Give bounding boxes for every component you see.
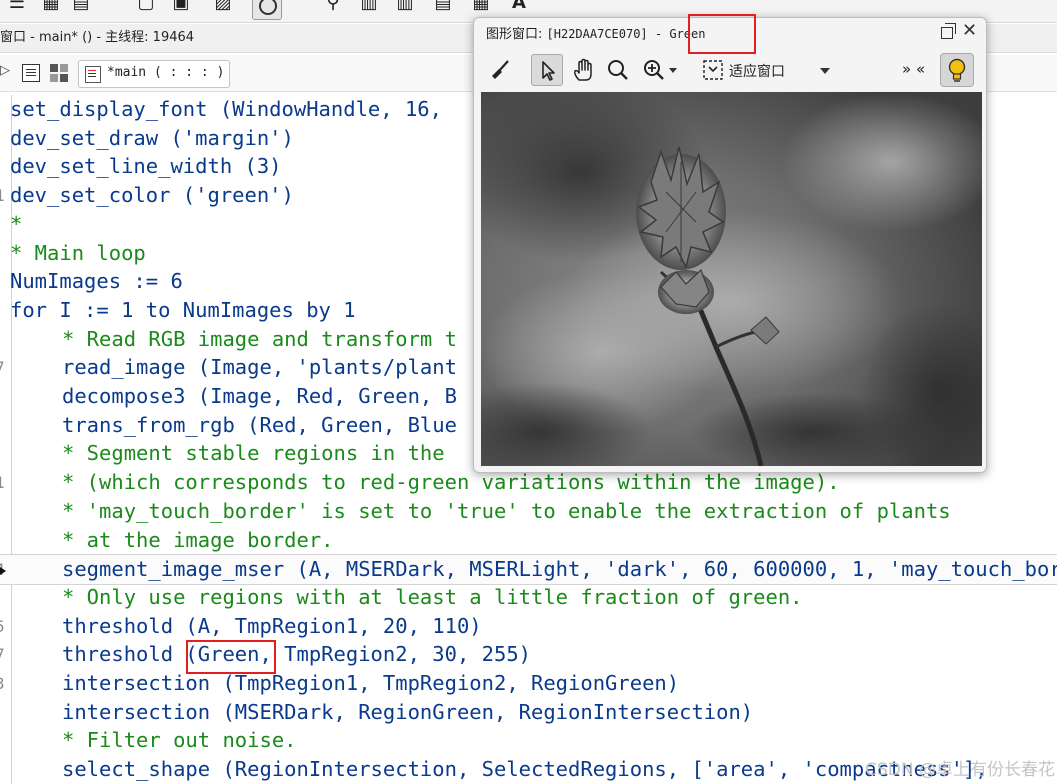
- code-statement: select_shape (RegionIntersection, Select…: [62, 757, 988, 781]
- code-statement: segment_image_mser (A, MSERDark, MSERLig…: [62, 557, 1057, 581]
- code-line[interactable]: 4segment_image_mser (A, MSERDark, MSERLi…: [0, 554, 1057, 585]
- code-comment: * 'may_touch_border' is set to 'true' to…: [62, 499, 951, 523]
- tab-main-label: *main ( : : : ): [107, 65, 225, 80]
- watermark: CSDN @卓上有份长春花: [865, 760, 1055, 780]
- line-number: 5: [0, 612, 7, 641]
- close-icon[interactable]: ✕: [962, 20, 977, 41]
- layers-icon[interactable]: ▦: [470, 0, 492, 14]
- grid-view-icon[interactable]: [50, 64, 68, 82]
- font-icon[interactable]: A: [508, 0, 530, 14]
- window-handle: [H22DAA7CE070]: [546, 27, 648, 41]
- step-icon[interactable]: ▤: [70, 0, 92, 14]
- code-statement: intersection (TmpRegion1, TmpRegion2, Re…: [62, 671, 680, 695]
- circle-tool-icon[interactable]: [252, 0, 282, 20]
- graphics-window-toolbar: 适应窗口 » «: [474, 50, 986, 90]
- code-comment: * at the image border.: [62, 528, 334, 552]
- pointer-icon[interactable]: [531, 54, 563, 86]
- clear-broom-icon[interactable]: [484, 54, 516, 86]
- code-statement: dev_set_draw ('margin'): [10, 126, 294, 150]
- line-number: 1: [0, 468, 7, 497]
- code-statement: read_image (Image, 'plants/plant: [62, 355, 457, 379]
- code-statement: decompose3 (Image, Red, Green, B: [62, 384, 457, 408]
- title-highlight-box: [688, 14, 756, 54]
- zoom-in-dropdown[interactable]: [638, 54, 684, 86]
- line-number: 7: [0, 640, 7, 669]
- code-line[interactable]: 7 threshold (Green, TmpRegion2, 30, 255): [0, 640, 1057, 669]
- zoom-icon[interactable]: ⚲: [322, 0, 344, 14]
- chevron-right-icon[interactable]: ▷: [0, 63, 10, 78]
- code-statement: dev_set_color ('green'): [10, 183, 294, 207]
- grid-icon[interactable]: ▦: [40, 0, 62, 14]
- document-icon[interactable]: ▢: [135, 0, 157, 14]
- chart-plus-icon[interactable]: ▥: [394, 0, 416, 14]
- zoom-icon[interactable]: [602, 54, 634, 86]
- program-counter-icon: [0, 567, 6, 575]
- code-statement: trans_from_rgb (Red, Green, Blue: [62, 413, 457, 437]
- toolbar-overflow-button[interactable]: » «: [902, 60, 925, 78]
- line-number: 1: [0, 181, 7, 210]
- code-line[interactable]: * Filter out noise.: [0, 726, 1057, 755]
- code-line[interactable]: * 'may_touch_border' is set to 'true' to…: [0, 497, 1057, 526]
- stack-icon[interactable]: ▤: [432, 0, 454, 14]
- code-statement: for I := 1 to NumImages by 1: [10, 298, 356, 322]
- code-statement: intersection (MSERDark, RegionGreen, Reg…: [62, 700, 754, 724]
- code-line[interactable]: 5 threshold (A, TmpRegion1, 20, 110): [0, 612, 1057, 641]
- graphics-window-title-prefix: 图形窗口:: [486, 27, 547, 42]
- chart-icon[interactable]: ▥: [358, 0, 380, 14]
- hand-pan-icon[interactable]: [567, 54, 599, 86]
- list-icon[interactable]: ☰: [6, 0, 28, 14]
- graphics-window[interactable]: 图形窗口: [H22DAA7CE070] - Green ✕ 适应窗口 » «: [473, 17, 987, 473]
- code-comment: *: [10, 212, 23, 236]
- restore-icon[interactable]: [941, 23, 956, 39]
- image-icon[interactable]: ▨: [212, 0, 234, 14]
- code-statement: dev_set_line_width (3): [10, 154, 282, 178]
- code-highlight-box: [186, 640, 276, 674]
- code-line[interactable]: * at the image border.: [0, 526, 1057, 555]
- code-comment: * Filter out noise.: [62, 728, 297, 752]
- code-comment: * Read RGB image and transform t: [62, 327, 457, 351]
- code-statement: threshold (A, TmpRegion1, 20, 110): [62, 614, 482, 638]
- plant-image: [481, 92, 982, 466]
- code-comment: * Segment stable regions in the: [62, 441, 445, 465]
- chevron-down-icon: [820, 68, 830, 74]
- editor-title: 窗口 - main* () - 主线程: 19464: [0, 30, 195, 45]
- image-display[interactable]: [481, 92, 982, 466]
- line-number: 7: [0, 353, 7, 382]
- copy-icon[interactable]: ▣: [170, 0, 192, 14]
- code-comment: * Only use regions with at least a littl…: [62, 585, 803, 609]
- procedure-icon: [85, 66, 101, 83]
- code-line[interactable]: 3 intersection (TmpRegion1, TmpRegion2, R…: [0, 669, 1057, 698]
- fit-window-label: 适应窗口: [729, 64, 785, 80]
- code-line[interactable]: intersection (MSERDark, RegionGreen, Reg…: [0, 698, 1057, 727]
- code-statement: set_display_font (WindowHandle, 16,: [10, 97, 442, 121]
- code-line[interactable]: * Only use regions with at least a littl…: [0, 583, 1057, 612]
- code-statement: NumImages := 6: [10, 269, 183, 293]
- procedure-list-icon[interactable]: [22, 64, 40, 82]
- lightbulb-icon[interactable]: [940, 53, 974, 87]
- line-number: 3: [0, 669, 7, 698]
- code-comment: * Main loop: [10, 241, 146, 265]
- graphics-window-title: 图形窗口: [H22DAA7CE070] - Green: [486, 23, 705, 42]
- fit-window-dropdown[interactable]: 适应窗口: [702, 54, 832, 86]
- tab-main[interactable]: *main ( : : : ): [78, 60, 230, 88]
- title-separator: -: [647, 27, 670, 41]
- code-statement: threshold (Green, TmpRegion2, 30, 255): [62, 642, 531, 666]
